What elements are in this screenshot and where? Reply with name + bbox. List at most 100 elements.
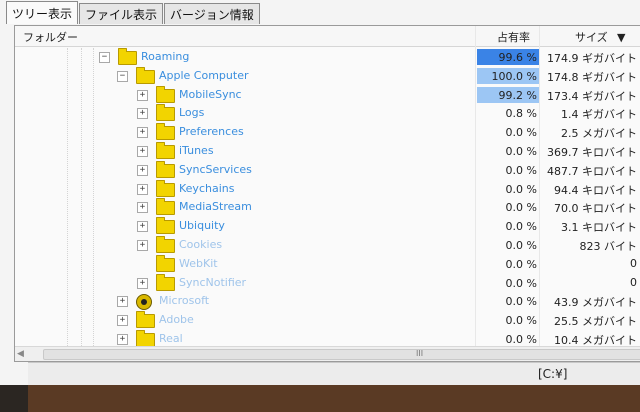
folder-name[interactable]: SyncNotifier [179, 276, 246, 289]
folder-icon [156, 198, 175, 216]
folder-name[interactable]: Preferences [179, 125, 244, 138]
expand-icon[interactable]: + [137, 164, 148, 176]
expand-icon[interactable]: + [137, 108, 148, 120]
expand-icon[interactable]: + [137, 202, 148, 214]
tree-row[interactable]: + Preferences 0.0 % 2.5 メガバイト [15, 123, 640, 142]
scroll-left-arrow-icon[interactable]: ◀ [17, 349, 24, 359]
tree-row[interactable]: − Apple Computer 100.0 % 174.8 ギガバイト [15, 66, 640, 86]
status-bar: [C:¥] [28, 362, 640, 385]
size-value: 823 バイト [579, 239, 638, 253]
tree-row[interactable]: + SyncServices 0.0 % 487.7 キロバイト [15, 160, 640, 180]
folder-icon [136, 311, 155, 329]
percent-value: 0.0 % [505, 144, 537, 158]
folder-icon [156, 141, 175, 159]
folder-name[interactable]: Cookies [179, 238, 222, 251]
desk-background [28, 385, 640, 412]
expand-icon[interactable]: + [137, 127, 148, 139]
tree-row[interactable]: + MobileSync 99.2 % 173.4 ギガバイト [15, 85, 640, 105]
tree-row[interactable]: WebKit 0.0 % 0 [15, 254, 640, 274]
tree-row[interactable]: + Microsoft 0.0 % 43.9 メガバイト [15, 292, 640, 311]
percent-value: 0.0 % [505, 238, 537, 252]
folder-name[interactable]: iTunes [179, 144, 214, 157]
percent-value: 0.0 % [505, 220, 537, 234]
folder-icon [118, 48, 137, 65]
gear-icon [136, 294, 152, 311]
percent-cell: 0.0 % [477, 143, 539, 159]
tab-tree-view[interactable]: ツリー表示 [6, 1, 79, 24]
folder-name[interactable]: WebKit [179, 257, 218, 270]
expand-icon[interactable]: + [137, 221, 148, 233]
percent-cell: 100.0 % [477, 67, 539, 84]
size-value: 487.7 キロバイト [547, 164, 637, 178]
tab-file-view[interactable]: ファイル表示 [79, 3, 164, 24]
folder-name[interactable]: MediaStream [179, 200, 252, 213]
size-value: 174.9 ギガバイト [547, 52, 637, 65]
scrollbar-thumb[interactable]: III [43, 349, 640, 360]
column-header-size[interactable]: サイズ [575, 29, 608, 45]
status-drive-label: [C:¥] [538, 367, 568, 381]
folder-name[interactable]: Microsoft [159, 294, 209, 307]
folder-icon [136, 66, 155, 84]
percent-cell: 0.0 % [477, 331, 539, 347]
percent-value: 100.0 % [491, 69, 537, 83]
tree-row[interactable]: + Adobe 0.0 % 25.5 メガバイト [15, 311, 640, 330]
scrollbar-grip: III [416, 349, 424, 358]
size-value: 94.4 キロバイト [554, 183, 637, 197]
percent-cell: 99.6 % [477, 49, 539, 65]
size-value: 0 [630, 256, 637, 270]
folder-name[interactable]: MobileSync [179, 88, 242, 101]
collapse-icon[interactable]: − [99, 52, 110, 63]
percent-cell: 0.0 % [477, 312, 539, 328]
expand-icon[interactable]: + [137, 145, 148, 157]
folder-name[interactable]: Keychains [179, 182, 234, 195]
folder-tree: − Roaming 99.6 % 174.9 ギガバイト − Apple Computer… [15, 48, 640, 349]
size-value: 369.7 キロバイト [547, 145, 637, 159]
folder-name[interactable]: Ubiquity [179, 219, 225, 232]
percent-cell: 0.0 % [477, 275, 539, 291]
percent-value: 0.0 % [505, 126, 537, 140]
expand-icon[interactable]: + [117, 333, 128, 345]
size-value: 0 [630, 275, 637, 289]
folder-name[interactable]: SyncServices [179, 163, 252, 176]
percent-cell: 0.0 % [477, 124, 539, 140]
folder-icon [156, 217, 175, 235]
column-header-folder[interactable]: フォルダー [23, 29, 78, 45]
expand-icon[interactable]: + [117, 296, 128, 308]
percent-value: 0.0 % [505, 163, 537, 177]
folder-name[interactable]: Real [159, 332, 183, 345]
tree-row[interactable]: + Cookies 0.0 % 823 バイト [15, 235, 640, 255]
collapse-icon[interactable]: − [117, 70, 128, 82]
percent-cell: 0.0 % [477, 199, 539, 215]
percent-cell: 0.0 % [477, 162, 539, 178]
folder-icon [156, 85, 175, 103]
tree-row[interactable]: + Logs 0.8 % 1.4 ギガバイト [15, 104, 640, 123]
size-value: 174.8 ギガバイト [547, 70, 637, 84]
percent-cell: 0.0 % [477, 181, 539, 197]
expand-icon[interactable]: + [137, 239, 148, 251]
folder-name[interactable]: Apple Computer [159, 69, 249, 82]
tree-row[interactable]: + SyncNotifier 0.0 % 0 [15, 273, 640, 293]
folder-name[interactable]: Adobe [159, 313, 194, 326]
horizontal-scrollbar[interactable]: ◀ III [15, 346, 640, 361]
folder-icon [156, 273, 175, 291]
size-value: 25.5 メガバイト [554, 315, 637, 329]
column-header-percent[interactable]: 占有率 [497, 29, 530, 45]
tab-version-info[interactable]: バージョン情報 [164, 3, 260, 24]
expand-icon[interactable]: + [137, 183, 148, 195]
percent-value: 0.0 % [505, 257, 537, 271]
folder-icon [156, 160, 175, 178]
tree-row[interactable]: + MediaStream 0.0 % 70.0 キロバイト [15, 198, 640, 217]
expand-icon[interactable]: + [117, 315, 128, 327]
percent-value: 0.0 % [505, 332, 537, 346]
folder-name[interactable]: Roaming [141, 50, 189, 63]
tree-row[interactable]: + iTunes 0.0 % 369.7 キロバイト [15, 141, 640, 161]
expand-icon[interactable]: + [137, 277, 148, 289]
tree-row[interactable]: + Ubiquity 0.0 % 3.1 キロバイト [15, 217, 640, 236]
tree-panel: フォルダー 占有率 サイズ ▼ − Roaming 99.6 % 174.9 ギガバイ… [14, 25, 640, 362]
tree-row[interactable]: + Keychains 0.0 % 94.4 キロバイト [15, 179, 640, 199]
expand-icon[interactable]: + [137, 89, 148, 101]
size-value: 2.5 メガバイト [561, 127, 637, 141]
folder-name[interactable]: Logs [179, 106, 204, 119]
tree-row[interactable]: − Roaming 99.6 % 174.9 ギガバイト [15, 48, 640, 67]
column-header: フォルダー 占有率 サイズ ▼ [15, 26, 640, 47]
